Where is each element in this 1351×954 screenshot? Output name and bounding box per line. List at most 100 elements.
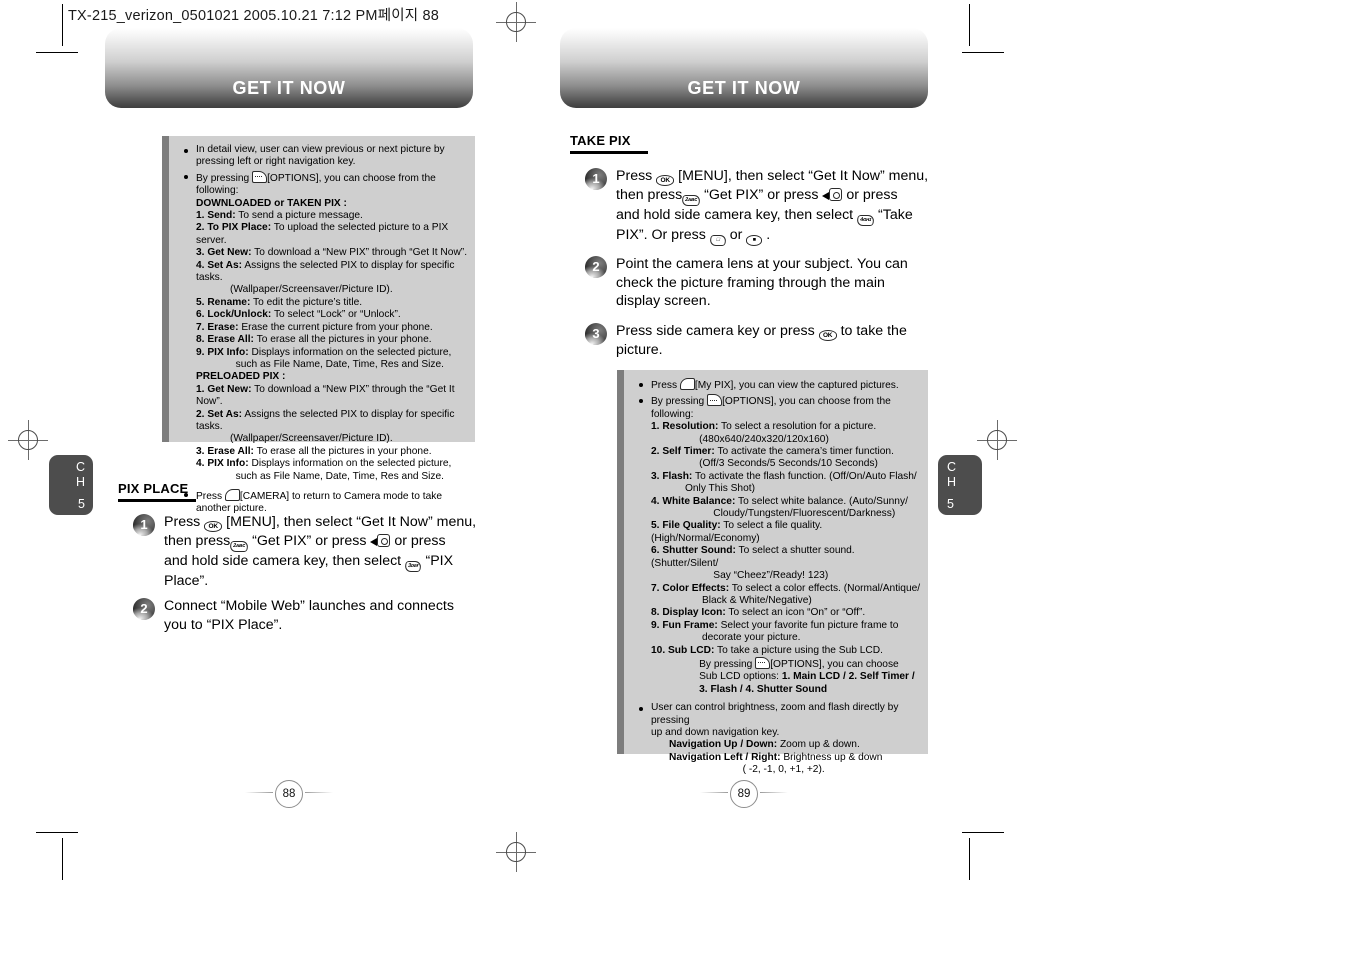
info-option-line: 3. Flash: To activate the flash function… [651, 470, 917, 482]
ok-key-icon: OK [818, 330, 837, 341]
chapter-tab-left-c: C [75, 460, 85, 474]
info-line: up and down navigation key. [651, 726, 780, 738]
number-key-icon: 2ᴀʙᴄ [681, 195, 702, 206]
arrow-left-icon [370, 538, 378, 546]
info-line: pressing left or right navigation key. [196, 156, 356, 168]
step-number: 2 [140, 601, 148, 616]
numbered-step: 1 Press OK [MENU], then select “Get It No… [585, 167, 928, 246]
arrow-left-icon [822, 192, 830, 200]
folio-right: 89 [698, 778, 790, 808]
navigation-pad-icon [829, 188, 843, 201]
info-option-line: (Off/3 Seconds/5 Seconds/10 Seconds) [651, 458, 878, 470]
info-option-line: (Wallpaper/Screensaver/Picture ID). [196, 284, 393, 296]
info-option-line-label: Navigation Up / Down: [669, 739, 778, 751]
info-option-line: 1. Send: To send a picture message. [196, 210, 363, 222]
registration-mark-right [977, 420, 1017, 460]
info-option-line: 4. White Balance: To select white balanc… [651, 495, 908, 507]
step-text: Connect “Mobile Web” launches and connec… [164, 598, 454, 633]
info-option-line-label: 8. Erase All: [196, 334, 254, 346]
numbered-step: 3 Press side camera key or press OK to ta… [585, 322, 907, 360]
numbered-step: 1 Press OK [MENU], then select “Get It No… [133, 513, 476, 591]
info-option-line-label: 7. Erase: [196, 321, 239, 333]
chapter-tab-right-c: C [947, 460, 957, 474]
info-option-line: 4. Set As: Assigns the selected PIX to d… [196, 259, 458, 284]
info-option-line: 3. Get New: To download a “New PIX” thro… [196, 247, 468, 259]
info-option-line: Black & White/Negative) [651, 594, 812, 606]
info-option-line-label: 6. Shutter Sound: [651, 545, 736, 557]
numbered-step: 2 Point the camera lens at your subject. … [585, 255, 908, 311]
options-softkey-icon [707, 394, 723, 407]
info-line: Press [My PIX], you can view the capture… [651, 378, 899, 391]
step-number-badge: 1 [133, 514, 155, 536]
step-number-badge: 2 [133, 598, 155, 620]
info-line: Press [CAMERA] to return to Camera mode … [196, 488, 443, 502]
section-heading-pix-place: PIX PLACE [118, 481, 196, 502]
folio-right-number: 89 [730, 780, 758, 808]
step-number-badge: 1 [585, 168, 607, 190]
info-option-line-label: 4. White Balance: [651, 495, 736, 507]
chapter-header-left: GET IT NOW [105, 28, 473, 108]
step-number-badge: 2 [585, 256, 607, 278]
info-option-line-label: 2. Self Timer: [651, 446, 715, 458]
number-key-icon: 2ᴀʙᴄ [229, 541, 250, 552]
chapter-tab-right-num: 5 [947, 497, 954, 511]
info-option-line: Navigation Left / Right: Brightness up &… [669, 751, 883, 763]
crop-mark-top-left-v [62, 4, 63, 46]
print-slug: TX-215_verizon_0501021 2005.10.21 7:12 P… [68, 8, 440, 24]
info-option-line-label: 1. Resolution: [651, 421, 719, 433]
ok-key-icon: OK [656, 175, 675, 186]
info-option-line: By pressing [OPTIONS], you can choose [651, 656, 899, 670]
info-option-line: 9. Fun Frame: Select your favorite fun p… [651, 619, 899, 631]
info-option-line: (480x640/240x320/120x160) [651, 433, 829, 445]
info-option-line: such as File Name, Date, Time, Res and S… [196, 470, 445, 482]
info-option-line-label: 4. Set As: [196, 259, 243, 271]
info-option-line: 2. To PIX Place: To upload the selected … [196, 222, 452, 246]
crop-mark-top-right-v [969, 4, 970, 46]
info-option-line: 1. Get New: To download a “New PIX” thro… [196, 383, 458, 408]
number-key-icon: 4ɢʜɪ [856, 215, 876, 226]
crop-mark-bottom-right-h [962, 832, 1004, 833]
info-option-line-label: 3. Get New: [196, 247, 252, 259]
info-option-line-label: 1. Send: [196, 210, 236, 222]
info-option-line-label: 2. To PIX Place: [196, 222, 272, 234]
chapter-tab-left: C H 5 [49, 455, 93, 515]
info-option-line: (Wallpaper/Screensaver/Picture ID). [196, 433, 393, 445]
chapter-tab-left-num: 5 [78, 497, 85, 511]
left-info-box: In detail view, user can view previous o… [162, 136, 475, 514]
info-option-line-label: 3. Erase All: [196, 445, 254, 457]
info-option-line-label: 10. Sub LCD: [651, 644, 715, 656]
numbered-step: 2 Connect “Mobile Web” launches and conne… [133, 597, 454, 634]
info-line: By pressing [OPTIONS], you can choose fr… [196, 170, 439, 197]
navigation-pad-icon [377, 534, 391, 547]
info-subheading: DOWNLOADED or TAKEN PIX : [196, 197, 347, 209]
info-bullet: Press [CAMERA] to return to Camera mode … [181, 488, 468, 516]
info-bullet: By pressing [OPTIONS], you can choose fr… [181, 170, 468, 483]
info-option-line: 5. Rename: To edit the picture’s title. [196, 296, 363, 308]
info-option-line: 2. Set As: Assigns the selected PIX to d… [196, 408, 458, 432]
info-bullet: By pressing [OPTIONS], you can choose fr… [636, 394, 921, 696]
registration-mark-bottom [496, 832, 536, 872]
side-key-icon: ■ [746, 235, 763, 246]
info-option-line-label: 4. PIX Info: [196, 458, 249, 470]
section-heading-take-pix: TAKE PIX [570, 133, 648, 154]
info-option-line: 7. Erase: Erase the current picture from… [196, 321, 433, 333]
info-line: By pressing [OPTIONS], you can choose fr… [651, 394, 894, 420]
info-option-line: 10. Sub LCD: To take a picture using the… [651, 644, 883, 656]
crop-mark-top-left-h [36, 52, 78, 53]
right-info-box: Press [My PIX], you can view the capture… [617, 370, 928, 775]
folio-left-number: 88 [275, 780, 303, 808]
crop-mark-bottom-left-v [62, 838, 63, 880]
info-option-line: decorate your picture. [651, 632, 801, 644]
info-option-line: 7. Color Effects: To select a color effe… [651, 582, 921, 594]
info-option-line-label: 8. Display Icon: [651, 607, 726, 619]
info-option-line: 8. Display Icon: To select an icon “On” … [651, 607, 866, 619]
info-option-line-label: 9. PIX Info: [196, 346, 249, 358]
info-option-line: 8. Erase All: To erase all the pictures … [196, 334, 432, 346]
step-text: Press side camera key or press OK to tak… [616, 323, 907, 358]
section-heading-take-pix-label: TAKE PIX [570, 133, 631, 148]
info-option-line-label: 7. Color Effects: [651, 582, 730, 594]
section-heading-rule [118, 499, 196, 502]
crop-mark-top-right-h [962, 52, 1004, 53]
section-heading-pix-place-label: PIX PLACE [118, 481, 189, 496]
info-option-line-label: 2. Set As: [196, 408, 243, 420]
